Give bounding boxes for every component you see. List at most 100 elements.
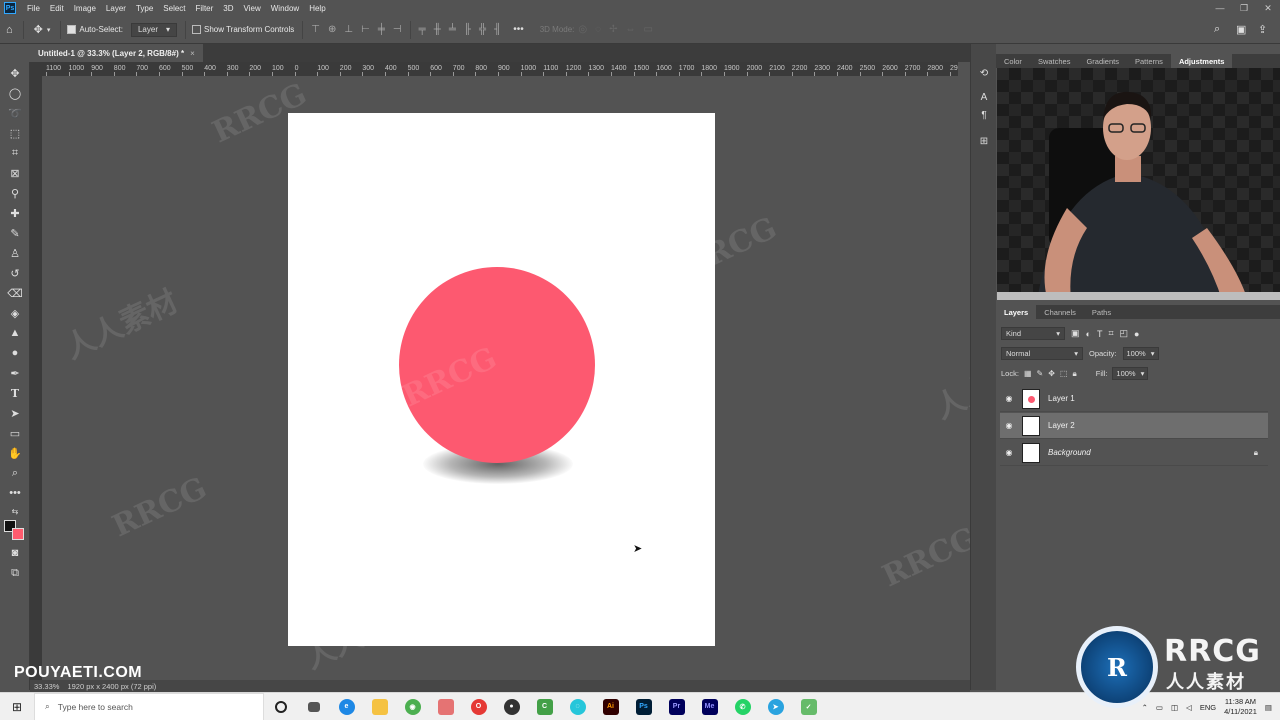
menu-type[interactable]: Type [131,4,158,13]
tab-gradients[interactable]: Gradients [1078,57,1127,66]
telegram-icon[interactable]: ➤ [759,693,792,720]
lock-icon[interactable]: 🔒︎ [1254,448,1258,458]
volume-icon[interactable]: ◁ [1186,703,1192,712]
menu-3d[interactable]: 3D [218,4,238,13]
adjustment-filter-icon[interactable]: ◐ [1086,329,1091,339]
tab-adjustments[interactable]: Adjustments [1170,54,1233,68]
distribute-bottom-icon[interactable]: ╧ [449,24,456,35]
auto-select-checkbox[interactable] [67,25,77,34]
eraser-tool-icon[interactable]: ⌫ [5,284,25,302]
edge-icon[interactable]: e [330,693,363,720]
eyedropper-tool-icon[interactable]: ⚲ [5,184,25,202]
workspace-icon[interactable]: ▣ [1236,23,1246,36]
menu-layer[interactable]: Layer [101,4,131,13]
opacity-input[interactable]: 100% ▾ [1122,347,1159,360]
align-bottom-icon[interactable]: ⊥ [344,24,353,35]
minimize-icon[interactable]: — [1208,0,1232,16]
search-icon[interactable]: ⌕ [1214,23,1220,36]
document-canvas[interactable] [288,113,715,646]
network-icon[interactable]: ◫ [1171,703,1178,712]
slide-3d-icon[interactable]: ⇔ [625,24,635,35]
close-icon[interactable]: × [190,49,195,58]
paint-icon[interactable] [429,693,462,720]
horizontal-ruler[interactable]: 1100 1000 900 800 700 600 500 400 300 200 100 0 100 2… [42,62,958,76]
notes-icon[interactable]: ✓ [792,693,825,720]
menu-image[interactable]: Image [69,4,101,13]
background-color-swatch[interactable] [12,528,24,540]
type-filter-icon[interactable]: T [1097,329,1103,339]
illustrator-icon[interactable]: Ai [594,693,627,720]
zoom-level[interactable]: 33.33% [34,682,59,691]
distribute-right-icon[interactable]: ╢ [494,24,501,35]
orbit-3d-icon[interactable]: ◎ [578,24,587,35]
close-icon[interactable]: ✕ [1256,0,1280,16]
visibility-eye-icon[interactable]: ◉ [1002,421,1016,430]
tab-layers[interactable]: Layers [996,305,1037,319]
menu-window[interactable]: Window [266,4,304,13]
smart-object-filter-icon[interactable]: ◰ [1120,328,1129,339]
dodge-tool-icon[interactable]: ● [5,344,25,362]
file-explorer-icon[interactable] [363,693,396,720]
roll-3d-icon[interactable]: ◌ [595,24,601,35]
camtasia-icon[interactable]: C [528,693,561,720]
more-tools-icon[interactable]: ••• [5,484,25,502]
more-options-icon[interactable]: ••• [513,24,524,35]
lasso-tool-icon[interactable]: ➰ [5,104,25,122]
visibility-eye-icon[interactable]: ◉ [1002,394,1016,403]
cortana-icon[interactable] [264,693,297,720]
language-indicator[interactable]: ENG [1200,703,1216,712]
menu-edit[interactable]: Edit [45,4,69,13]
show-transform-checkbox[interactable] [192,25,201,34]
opera-icon[interactable]: O [462,693,495,720]
home-icon[interactable]: ⌂ [6,24,13,36]
align-top-icon[interactable]: ⊤ [311,24,320,35]
fill-input[interactable]: 100% ▾ [1112,367,1149,380]
tab-swatches[interactable]: Swatches [1030,57,1079,66]
taskbar-search[interactable]: ⌕ Type here to search [34,692,264,720]
shape-filter-icon[interactable]: ⌗ [1108,328,1113,339]
layer-row[interactable]: ◉ Background 🔒︎ [1000,440,1268,466]
menu-view[interactable]: View [239,4,266,13]
blend-mode-dropdown[interactable]: Normal ▾ [1001,347,1083,360]
battery-icon[interactable]: ▭ [1156,703,1163,712]
vertical-ruler[interactable] [30,62,42,684]
character-icon[interactable]: A [977,90,991,104]
obs-icon[interactable]: ● [495,693,528,720]
swap-colors-icon[interactable]: ⇆ [5,502,25,520]
lock-position-icon[interactable]: ✥ [1048,369,1055,378]
kind-filter-dropdown[interactable]: Kind ▾ [1001,327,1065,340]
whatsapp-icon[interactable]: ✆ [726,693,759,720]
lock-transparency-icon[interactable]: ▦ [1024,369,1032,378]
filter-toggle-icon[interactable]: ● [1134,329,1139,339]
app-icon[interactable]: ◌ [561,693,594,720]
distribute-vcenter-icon[interactable]: ╫ [434,24,441,35]
lock-all-icon[interactable]: 🔒︎ [1072,369,1076,379]
canvas-workspace[interactable] [42,76,958,680]
align-hcenter-icon[interactable]: ╪ [378,24,385,35]
premiere-icon[interactable]: Pr [660,693,693,720]
image-filter-icon[interactable]: ▣ [1071,328,1080,339]
hand-tool-icon[interactable]: ✋ [5,444,25,462]
move-tool-icon[interactable]: ✥ [34,23,43,36]
marquee-tool-icon[interactable]: ◯ [5,84,25,102]
clone-stamp-icon[interactable]: ♙ [5,244,25,262]
chevron-down-icon[interactable]: ▾ [47,26,51,34]
tab-color[interactable]: Color [996,57,1030,66]
move-tool-icon[interactable]: ✥ [5,64,25,82]
layer-row-selected[interactable]: ◉ Layer 2 [1000,413,1268,439]
tray-chevron-icon[interactable]: ⌃ [1142,703,1148,712]
auto-select-dropdown[interactable]: Layer ▾ [130,22,177,37]
red-circle-shape[interactable] [399,267,595,463]
screen-mode-icon[interactable]: ⧉ [5,564,25,582]
brush-tool-icon[interactable]: ✎ [5,224,25,242]
paint-bucket-icon[interactable]: ◈ [5,304,25,322]
align-left-icon[interactable]: ⊢ [361,24,370,35]
tab-channels[interactable]: Channels [1036,308,1084,317]
history-brush-icon[interactable]: ↺ [5,264,25,282]
maximize-icon[interactable]: ❐ [1232,0,1256,16]
visibility-eye-icon[interactable]: ◉ [1002,448,1016,457]
drag-3d-icon[interactable]: ✢ [609,24,617,35]
crop-tool-icon[interactable]: ⌗ [5,144,25,162]
lock-pixels-icon[interactable]: ✎ [1037,369,1044,378]
frame-tool-icon[interactable]: ⊠ [5,164,25,182]
